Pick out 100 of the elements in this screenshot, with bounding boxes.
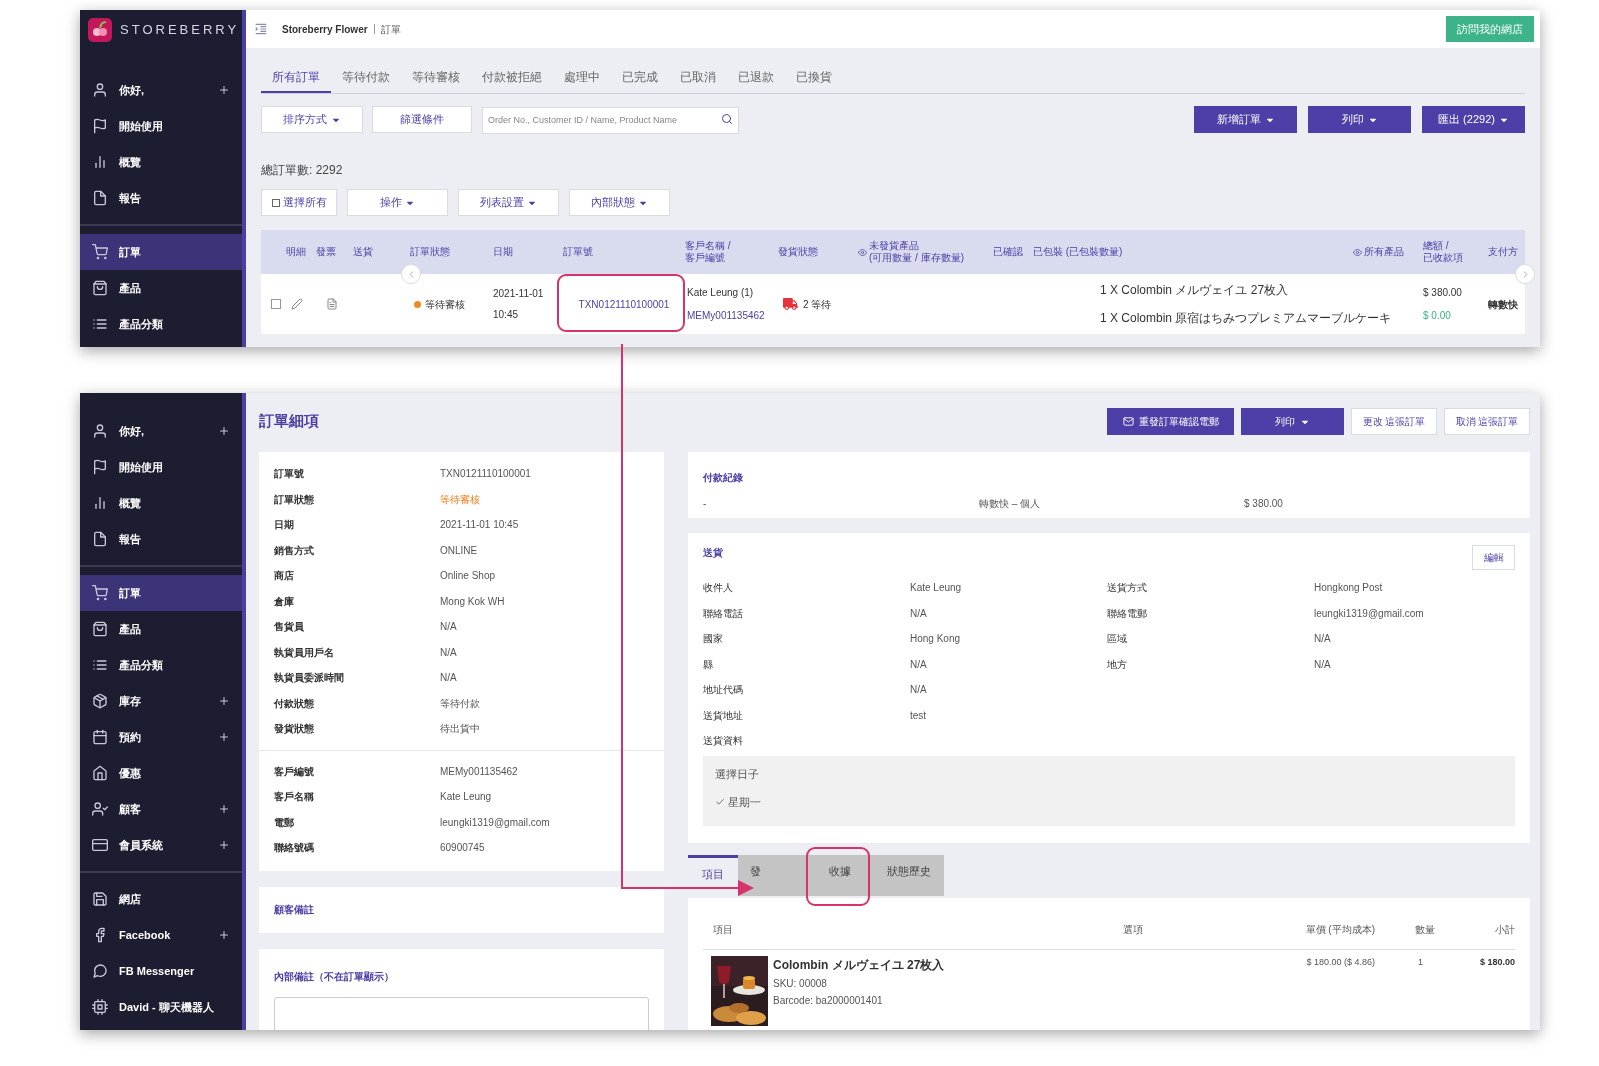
sidebar-item[interactable]: 產品 [80,270,242,306]
sidebar-item[interactable]: 產品分類 [80,306,242,342]
sidebar-item[interactable]: 你好, [80,413,242,449]
sidebar-item[interactable]: 預約 [80,719,242,755]
sort-button[interactable]: 排序方式 [261,106,363,133]
sidebar-item[interactable]: 會員系統 [80,827,242,863]
pencil-icon[interactable] [291,298,303,310]
sidebar-item[interactable]: 報告 [80,180,242,216]
user-icon [92,801,108,817]
detail-tab[interactable]: 收據 [806,855,874,896]
field-label: 倉庫 [274,594,295,609]
status-tab[interactable]: 已完成 [611,62,669,93]
resend-email-button[interactable]: 重發訂單確認電郵 [1107,408,1234,435]
dropdown-button[interactable]: 內部狀態 [569,189,670,216]
check-icon [715,797,725,808]
dropdown-button[interactable]: 列表設置 [458,189,559,216]
sidebar-item[interactable]: David - 聊天機器人 [80,989,242,1025]
column-header: 已確認 [993,246,1023,258]
column-header: 選項 [1123,923,1144,937]
breadcrumb-link[interactable]: Storeberry Flower [282,21,368,37]
status-tab[interactable]: 已取消 [669,62,727,93]
field-value: 2021-11-01 10:45 [440,518,520,533]
status-tab[interactable]: 所有訂單 [261,62,331,93]
field-value: Hong Kong [910,632,962,647]
status-tab[interactable]: 等待審核 [401,62,471,93]
list-icon [92,316,108,332]
field-label: 地址代碼 [703,683,744,698]
package-icon [92,693,108,709]
sidebar-item[interactable]: 報告 [80,521,242,557]
payment-amount: $ 380.00 [1244,497,1284,511]
field-label: 縣 [703,657,714,672]
sidebar-item[interactable]: 訂單 [80,575,242,611]
menu-icon[interactable] [254,22,268,36]
sidebar-item[interactable]: FB Messenger [80,953,242,989]
flag-icon [92,118,108,134]
column-header: 數量 [1414,923,1435,937]
checkbox[interactable] [271,299,281,309]
status-tab[interactable]: 已換貨 [785,62,843,93]
status-tab[interactable]: 已退款 [727,62,785,93]
field-label: 訂單狀態 [274,492,315,507]
dropdown-button[interactable]: 操作 [347,189,448,216]
sidebar-item[interactable]: 你好, [80,72,242,108]
search-field[interactable]: Order No., Customer ID / Name, Product Name [482,106,739,134]
status-text: 等待審核 [425,297,465,312]
brand-name: STOREBERRY [120,21,240,40]
sidebar-item[interactable]: 產品分類 [80,647,242,683]
status-tab[interactable]: 等待付款 [331,62,401,93]
field-value: leungki1319@gmail.com [1314,606,1425,621]
field-label: 地方 [1107,657,1128,672]
card-title: 內部備註（不在訂單顯示） [274,970,394,982]
page-title: 訂單細項 [259,411,319,432]
field-label: 發貨狀態 [274,722,315,737]
search-icon[interactable] [721,113,733,125]
sidebar-item[interactable]: 概覽 [80,144,242,180]
quantity: 1 [1417,956,1424,969]
action-button[interactable]: 列印 [1308,106,1411,133]
field-label: 商店 [274,569,295,584]
sidebar-item[interactable]: 庫存 [80,683,242,719]
field-value: N/A [1314,632,1332,647]
order-row[interactable]: 等待審核 2021-11-01 10:45 TXN0121110100001 Kate Leung (1) MEMy001135462 2 等待 1 X Colombin メルヴェイユ 27枚入 1 X Colombin 原宿はちみつプレミアムマーブルケーキ $ 380.00 $ 0.00 轉數快 [261,274,1525,334]
product-name: Colombin メルヴェイユ 27枚入 [773,957,945,974]
column-header: 未發貨產品 (可用數量 / 庫存數量) [869,240,964,264]
sidebar-item[interactable]: 概覽 [80,485,242,521]
filter-button[interactable]: 篩選條件 [372,106,472,133]
logo-icon [88,18,112,42]
product-line: 1 X Colombin メルヴェイユ 27枚入 [1100,282,1290,299]
field-value: N/A [910,657,928,672]
day-option[interactable]: 星期一 [715,794,761,811]
sidebar-item[interactable]: 優惠 [80,755,242,791]
field-value: ONLINE [440,543,479,558]
status-tab[interactable]: 付款被拒絕 [471,62,553,93]
order-number-link[interactable]: TXN0121110100001 [578,296,670,312]
sidebar-item[interactable]: 網店 [80,881,242,917]
sidebar-item[interactable]: Facebook [80,917,242,953]
sidebar-item[interactable]: 開始使用 [80,108,242,144]
print-button[interactable]: 列印 [1241,408,1344,435]
field-value: 待出貨中 [440,722,481,737]
field-value: Kate Leung [440,790,493,805]
action-button[interactable]: 匯出 (2292) [1422,106,1525,133]
detail-tab[interactable]: 狀態歷史 [874,855,944,896]
edit-button[interactable]: 編輯 [1472,545,1515,570]
order-action-button[interactable]: 更改 這張訂單 [1351,408,1437,435]
select-all-button[interactable]: 選擇所有 [261,189,337,216]
field-value: N/A [910,683,928,698]
sidebar-item[interactable]: 訂單 [80,234,242,270]
card-title: 顧客備註 [274,903,314,917]
customer-id-link[interactable]: MEMy001135462 [687,308,778,323]
action-button[interactable]: 新增訂單 [1194,106,1297,133]
time-text: 10:45 [493,308,520,322]
sidebar-item[interactable]: 產品 [80,611,242,647]
sidebar-item[interactable]: 顧客 [80,791,242,827]
detail-tab[interactable]: 發 [738,855,806,896]
status-tab[interactable]: 處理中 [553,62,611,93]
document-icon[interactable] [326,298,338,310]
sidebar-item[interactable]: 開始使用 [80,449,242,485]
field-label: 售貨員 [274,620,305,635]
bag-icon [92,280,108,296]
order-action-button[interactable]: 取消 這張訂單 [1444,408,1530,435]
field-value: Online Shop [440,569,497,584]
shipping-status: 2 等待 [803,297,832,312]
